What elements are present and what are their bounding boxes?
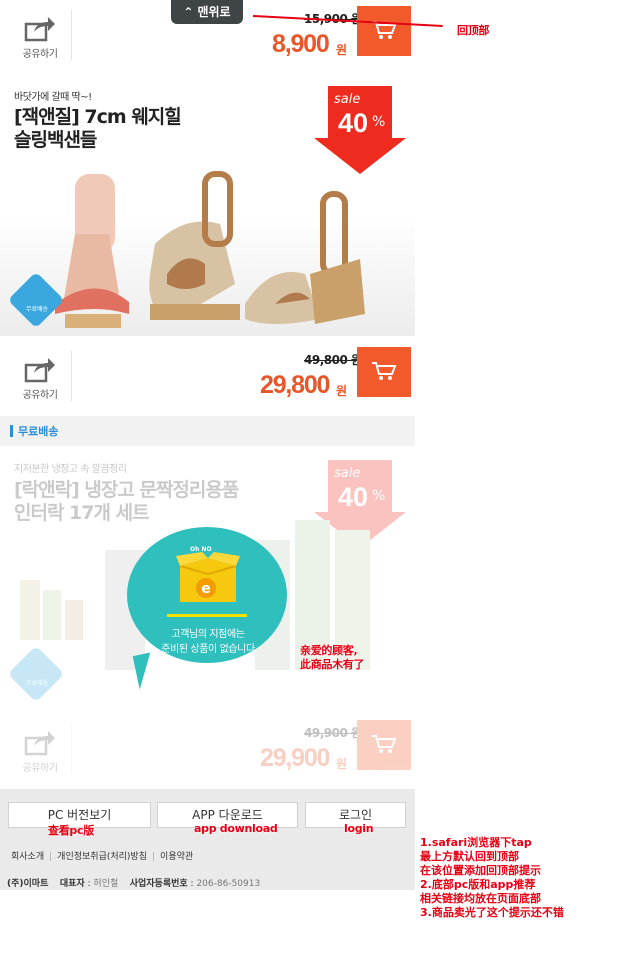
ceo-name: 허인철 bbox=[93, 879, 119, 889]
company-name: (주)이마트 bbox=[7, 879, 49, 889]
note-line: 1.safari浏览器下tap bbox=[420, 836, 532, 849]
mobile-page: 공유하기 15,900 원 8,900 원 ⌃맨위로 바닷가에 갈때 딱~! [… bbox=[0, 0, 415, 890]
back-to-top-button[interactable]: ⌃ 맨위로 bbox=[171, 0, 243, 24]
annotation-app: app download bbox=[194, 822, 278, 835]
product-title-line1: [락앤락] 냉장고 문짝정리용품 bbox=[14, 479, 239, 501]
product-subtitle: 바닷가에 갈때 딱~! bbox=[14, 92, 92, 103]
box-letter: e bbox=[201, 581, 211, 597]
share-label: 공유하기 bbox=[22, 390, 58, 401]
note-line: 相关链接均放在页面底部 bbox=[420, 892, 541, 905]
product-image bbox=[55, 171, 365, 328]
add-to-cart-button[interactable] bbox=[357, 347, 411, 397]
annotation-soldout-2: 此商品木有了 bbox=[300, 658, 365, 671]
add-to-cart-button[interactable] bbox=[357, 6, 411, 56]
section-header: 무료배송 bbox=[0, 416, 415, 446]
sale-price: 8,900 bbox=[272, 30, 330, 58]
chevron-up-icon: ⌃ bbox=[183, 5, 194, 19]
original-price: 49,800 원 bbox=[304, 353, 362, 367]
product-banner[interactable]: 바닷가에 갈때 딱~! [잭앤질] 7cm 웨지힐 슬링백샌들 sale 40 … bbox=[0, 74, 415, 336]
reg-label: 사업자등록번호 bbox=[129, 879, 188, 889]
note-line: 3.商品卖光了这个提示还不错 bbox=[420, 906, 564, 919]
soldout-message-line2: 준비된 상품이 없습니다 bbox=[161, 644, 255, 655]
sale-badge: sale 40 % bbox=[328, 460, 392, 520]
ceo-label: 대표자 bbox=[59, 879, 85, 889]
note-line: 2.底部pc版和app推荐 bbox=[420, 878, 536, 891]
cart-icon bbox=[372, 362, 397, 380]
share-button[interactable]: 공유하기 bbox=[16, 357, 64, 401]
original-price: 49,900 원 bbox=[304, 726, 362, 740]
product-subtitle: 지저분한 냉장고 속 깔끔정리 bbox=[14, 464, 127, 475]
share-icon bbox=[24, 17, 55, 42]
sale-price: 29,900 bbox=[260, 744, 330, 772]
share-label: 공유하기 bbox=[22, 49, 58, 60]
soldout-message-line1: 고객님의 지점에는 bbox=[171, 629, 245, 640]
cart-icon bbox=[372, 735, 397, 753]
annotation-login: login bbox=[344, 822, 374, 835]
footer-link-company[interactable]: 회사소개 bbox=[11, 852, 44, 862]
footer-link-terms[interactable]: 이용약관 bbox=[160, 852, 193, 862]
footer-links: 회사소개 | 개인정보취급(처리)방침 | 이용약관 bbox=[11, 852, 194, 862]
soldout-message: 고객님의 지점에는 준비된 상품이 없습니다 bbox=[140, 627, 276, 657]
share-button[interactable]: 공유하기 bbox=[16, 16, 64, 60]
currency-unit: 원 bbox=[336, 757, 348, 771]
company-info: (주)이마트 대표자 : 허인철 사업자등록번호 : 206-86-50913 bbox=[7, 879, 261, 889]
product-title-line1: [잭앤질] 7cm 웨지힐 bbox=[14, 106, 182, 128]
currency-unit: 원 bbox=[336, 384, 348, 398]
free-shipping-badge-label: 무료배송 bbox=[26, 680, 49, 687]
sale-price: 29,800 bbox=[260, 371, 330, 399]
back-to-top-label: 맨위로 bbox=[197, 5, 231, 19]
note-line: 在该位置添加回顶部提示 bbox=[420, 864, 541, 877]
divider bbox=[71, 10, 72, 60]
section-title: 무료배송 bbox=[18, 425, 59, 438]
share-icon bbox=[24, 731, 55, 756]
currency-unit: 원 bbox=[336, 43, 348, 57]
product-title-line2: 슬링백샌들 bbox=[14, 129, 97, 151]
annotation-back-to-top: 回顶部 bbox=[457, 24, 490, 37]
popup-divider bbox=[167, 614, 247, 617]
footer: PC 버전보기 APP 다운로드 로그인 회사소개 | 개인정보취급(처리)방침 | 이… bbox=[0, 789, 415, 890]
divider bbox=[71, 351, 72, 401]
free-shipping-badge-label: 무료배송 bbox=[26, 306, 49, 313]
add-to-cart-button bbox=[357, 720, 411, 770]
sale-badge: sale 40 % bbox=[328, 86, 392, 146]
note-line: 最上方默认回到顶部 bbox=[420, 850, 519, 863]
share-label: 공유하기 bbox=[22, 763, 58, 774]
box-icon: e bbox=[176, 552, 240, 602]
annotation-notes: 1.safari浏览器下tap 最上方默认回到顶部 在该位置添加回顶部提示 2.… bbox=[420, 836, 564, 920]
share-button: 공유하기 bbox=[16, 730, 64, 774]
footer-link-privacy[interactable]: 개인정보취급(처리)방침 bbox=[57, 852, 147, 862]
reg-number: 206-86-50913 bbox=[196, 879, 261, 889]
share-icon bbox=[24, 358, 55, 383]
annotation-pc: 查看pc版 bbox=[48, 824, 94, 837]
